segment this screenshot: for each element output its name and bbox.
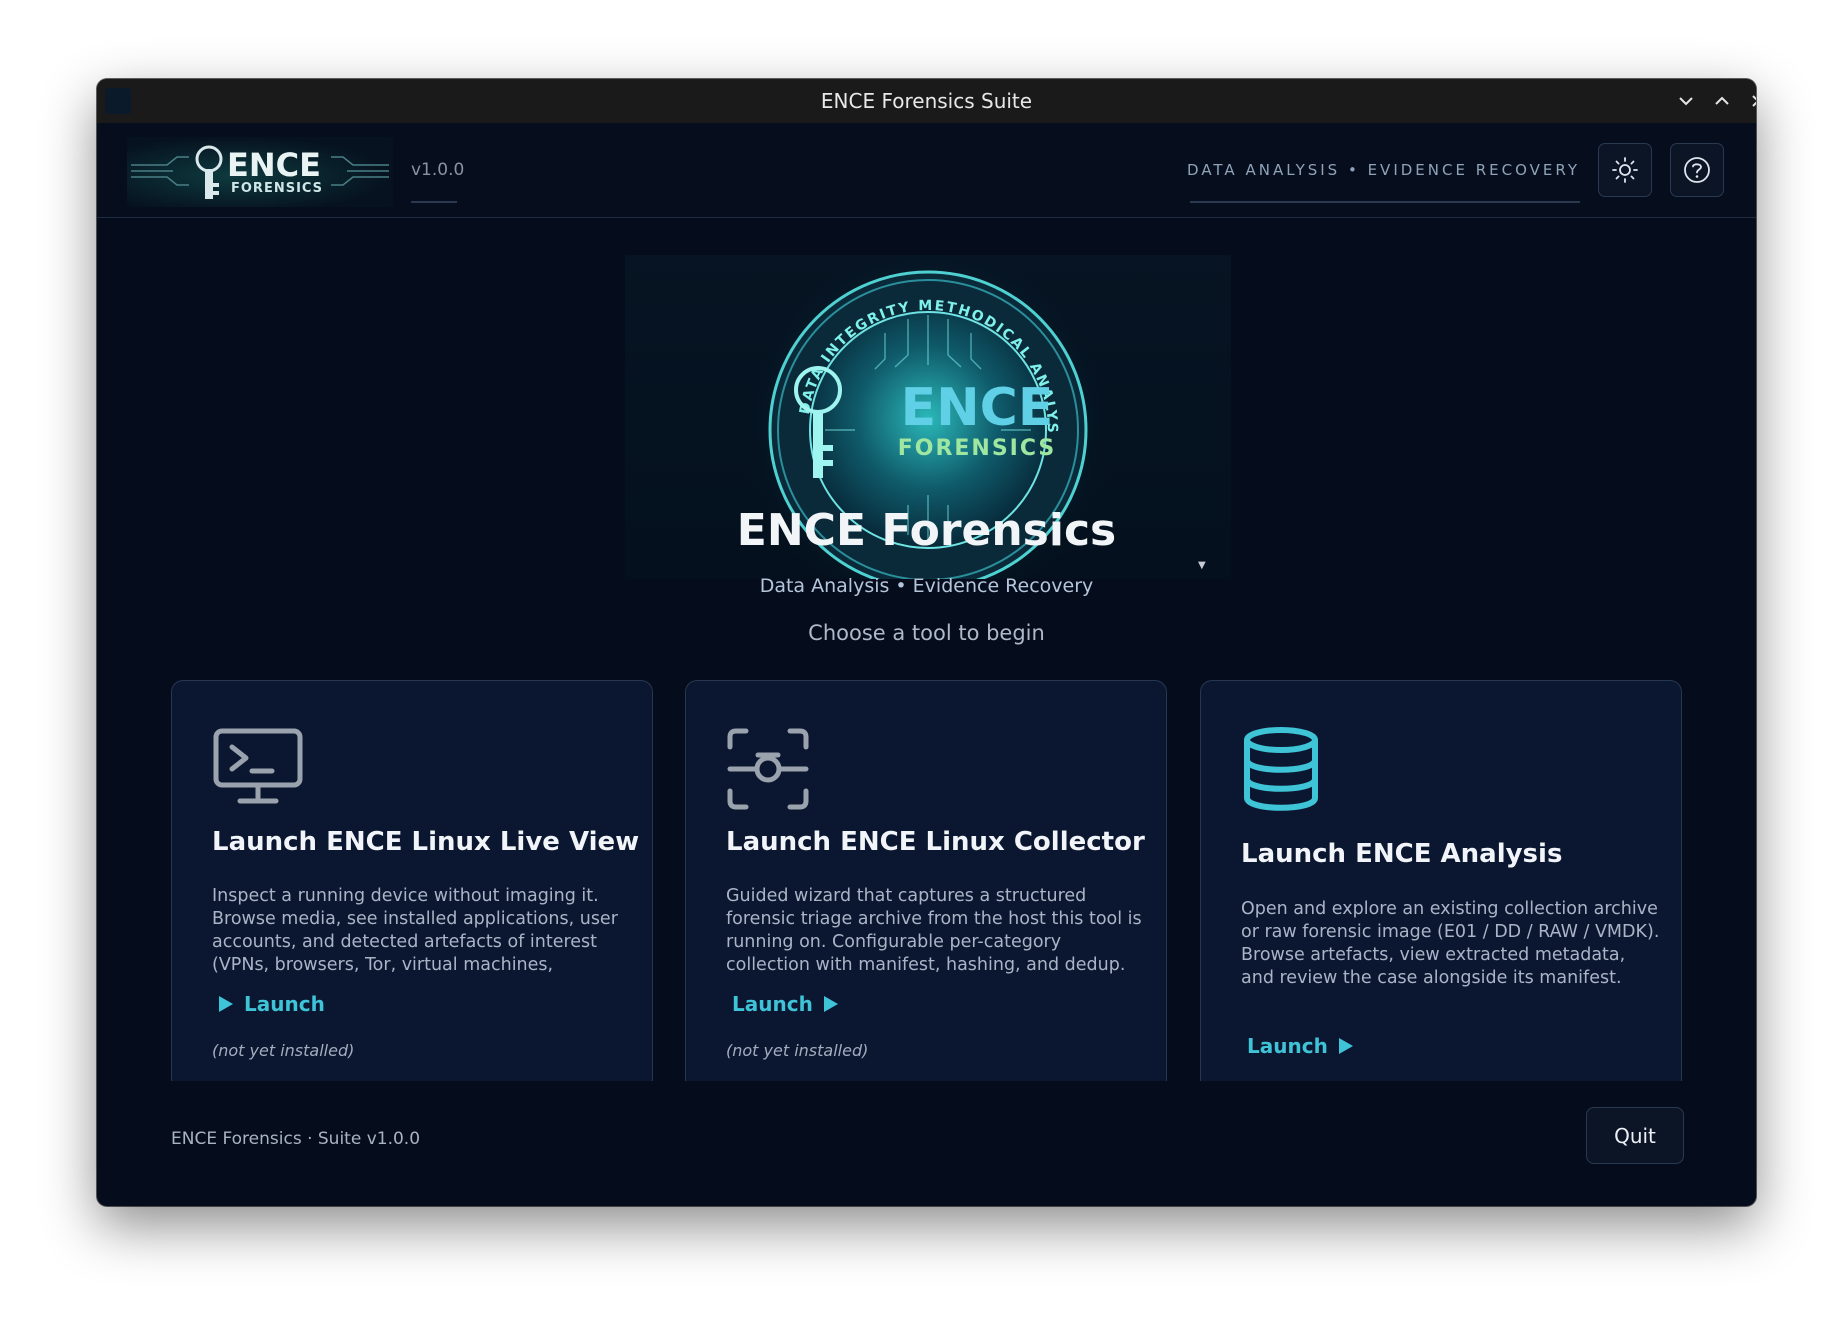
launch-live-view-button[interactable]: Launch xyxy=(218,992,325,1016)
launch-label: Launch xyxy=(244,992,325,1016)
terminal-monitor-icon xyxy=(212,727,304,811)
database-icon xyxy=(1241,727,1321,815)
card-description: Open and explore an existing collection … xyxy=(1241,899,1660,988)
maximize-button[interactable] xyxy=(1708,87,1736,115)
logo-sub: FORENSICS xyxy=(231,181,324,196)
title-bar: ENCE Forensics Suite xyxy=(97,79,1756,123)
logo-word: ENCE xyxy=(227,146,321,184)
quit-button[interactable]: Quit xyxy=(1586,1107,1684,1164)
launch-label: Launch xyxy=(1247,1034,1328,1058)
window-title: ENCE Forensics Suite xyxy=(820,89,1033,113)
footer-text: ENCE Forensics · Suite v1.0.0 xyxy=(171,1129,421,1149)
hero-prompt: Choose a tool to begin xyxy=(808,621,1045,645)
seal-sub: FORENSICS xyxy=(898,436,1057,461)
card-description: Inspect a running device without imaging… xyxy=(212,886,618,975)
play-icon xyxy=(823,996,838,1012)
tagline-underline xyxy=(1190,201,1580,203)
app-header: ENCE FORENSICS v1.0.0 DATA ANALYSIS • EV… xyxy=(97,123,1756,218)
app-window: ENCE Forensics Suite ENCE FORENSICS v1.0… xyxy=(97,79,1756,1206)
play-icon xyxy=(219,996,233,1012)
close-icon xyxy=(1752,95,1756,107)
card-title: Launch ENCE Linux Collector xyxy=(726,827,1145,857)
card-description: Guided wizard that captures a structured… xyxy=(726,886,1142,975)
launch-analysis-button[interactable]: Launch xyxy=(1247,1034,1354,1058)
minimize-button[interactable] xyxy=(1672,87,1700,115)
help-button[interactable] xyxy=(1670,143,1724,197)
version-underline xyxy=(411,201,457,203)
card-title: Launch ENCE Analysis xyxy=(1241,839,1563,869)
sun-icon xyxy=(1612,157,1638,183)
header-logo: ENCE FORENSICS xyxy=(127,137,393,207)
seal-word: ENCE xyxy=(901,378,1054,438)
theme-toggle-button[interactable] xyxy=(1598,143,1652,197)
launch-label: Launch xyxy=(732,992,813,1016)
card-analysis: Launch ENCE Analysis Open and explore an… xyxy=(1200,680,1682,1081)
launch-collector-button[interactable]: Launch xyxy=(732,992,839,1016)
scan-capture-icon xyxy=(726,727,810,815)
card-note: (not yet installed) xyxy=(726,1041,869,1060)
close-button[interactable] xyxy=(1744,87,1756,115)
chevron-down-icon xyxy=(1679,97,1693,106)
hero-subtitle: Data Analysis • Evidence Recovery xyxy=(759,575,1094,597)
play-icon xyxy=(1338,1038,1353,1054)
card-title: Launch ENCE Linux Live View xyxy=(212,827,640,857)
card-live-view: Launch ENCE Linux Live View Inspect a ru… xyxy=(171,680,653,1081)
card-collector: Launch ENCE Linux Collector Guided wizar… xyxy=(685,680,1167,1081)
card-note: (not yet installed) xyxy=(212,1041,355,1060)
hero-title: ENCE Forensics xyxy=(736,505,1117,556)
caret-down-icon: ▼ xyxy=(1198,560,1206,571)
chevron-up-icon xyxy=(1715,96,1729,105)
question-icon xyxy=(1684,157,1710,183)
